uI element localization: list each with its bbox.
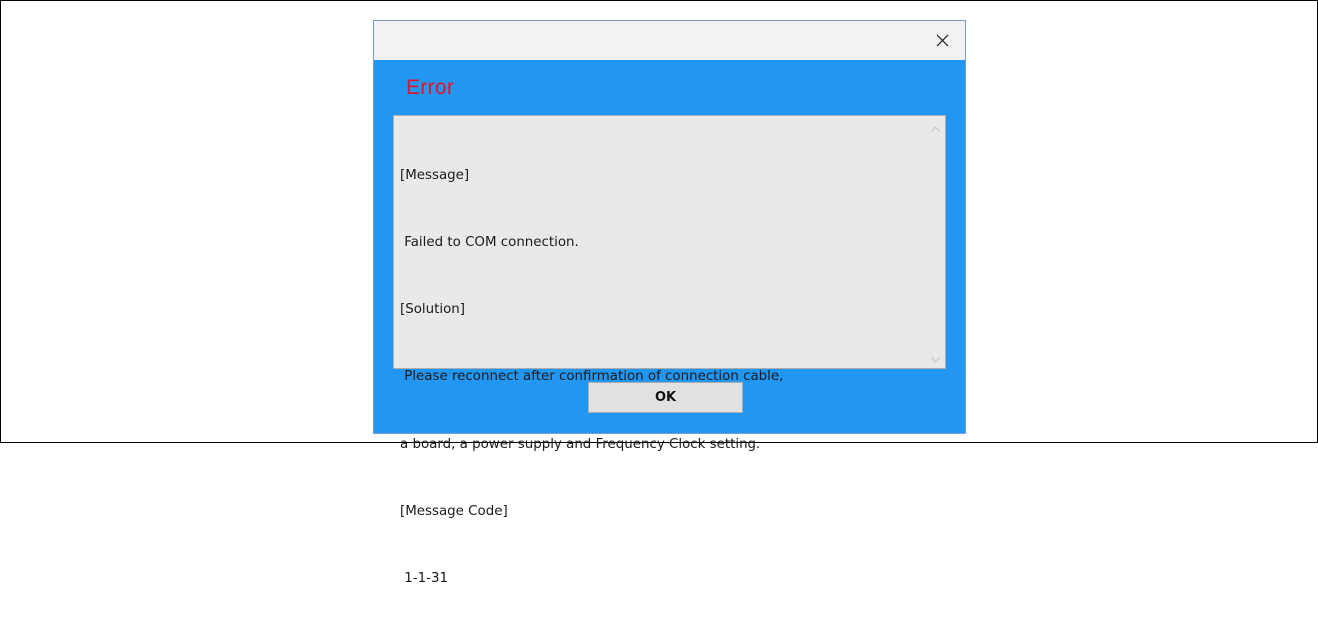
scroll-up-button[interactable] [930, 122, 941, 133]
chevron-down-icon [931, 350, 940, 368]
message-line: Failed to COM connection. [400, 235, 579, 251]
message-text-area[interactable]: [Message] Failed to COM connection. [Sol… [393, 115, 946, 586]
message-text: [Message] Failed to COM connection. [Sol… [400, 120, 920, 635]
message-line: [Solution] [400, 302, 465, 318]
screen-frame: Error [Message] Failed to COM connection… [0, 0, 1318, 586]
vertical-scrollbar[interactable] [926, 116, 945, 368]
dialog-title-bar[interactable] [374, 21, 965, 60]
message-line: 1-1-31 [400, 571, 448, 587]
message-line: a board, a power supply and Frequency Cl… [400, 436, 761, 452]
message-line: [Message] [400, 167, 470, 183]
chevron-up-icon [931, 119, 940, 137]
close-button[interactable] [919, 21, 965, 60]
error-heading: Error [406, 76, 455, 99]
close-icon [936, 34, 949, 47]
message-line: [Message Code] [400, 503, 508, 519]
scroll-down-button[interactable] [930, 353, 941, 364]
ok-button[interactable]: OK [588, 382, 743, 413]
error-dialog: Error [Message] Failed to COM connection… [373, 20, 966, 586]
